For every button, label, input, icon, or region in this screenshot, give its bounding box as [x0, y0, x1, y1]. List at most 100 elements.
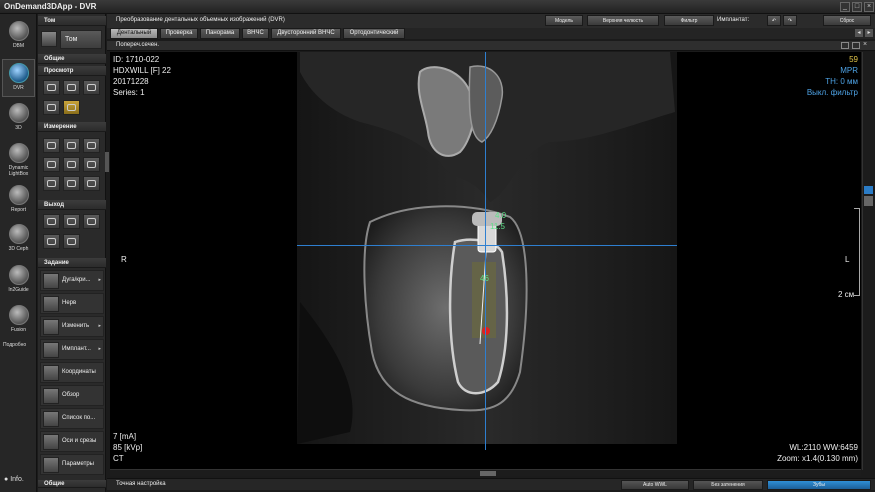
task-list[interactable]: Список по...	[40, 408, 104, 429]
task-nerve[interactable]: Нерв	[40, 293, 104, 314]
horizontal-scrollbar[interactable]	[110, 469, 861, 476]
close-view-icon[interactable]: ×	[863, 41, 867, 48]
section-view[interactable]: Просмотр	[38, 66, 106, 76]
nav-3d-ceph[interactable]: 3D Ceph	[2, 221, 35, 259]
guide-icon	[8, 265, 29, 285]
tab-next-icon[interactable]: ▸	[865, 29, 873, 37]
ruler-tool[interactable]	[43, 138, 60, 153]
volume-icon	[41, 31, 57, 47]
section-general[interactable]: Общие	[38, 54, 106, 64]
nav-3d[interactable]: 3D	[2, 100, 35, 138]
scroll-up-icon[interactable]	[864, 186, 873, 194]
density-tool[interactable]	[83, 157, 100, 172]
module-title: Преобразование дентальных объемных изобр…	[116, 17, 285, 23]
task-parameters[interactable]: Параметры	[40, 454, 104, 475]
tab-check[interactable]: Проверка	[160, 28, 198, 39]
fusion-icon	[8, 305, 29, 325]
window-title: OnDemand3DApp - DVR	[4, 2, 97, 11]
upper-jaw-button[interactable]: Верхняя челюсть	[587, 15, 659, 26]
info-icon: ●	[4, 476, 9, 483]
minimize-button[interactable]: _	[840, 2, 850, 12]
patient-name: HDXWILL [F] 22	[113, 66, 171, 75]
patient-id: ID: 1710-022	[113, 55, 160, 64]
angle-tool[interactable]	[63, 138, 80, 153]
volume-button[interactable]: Том	[60, 30, 102, 49]
nav-fusion[interactable]: Fusion	[2, 302, 35, 340]
tool-panel: Том Том Общие Просмотр Измерение Выход З…	[38, 14, 106, 492]
tube-voltage: 85 [kVp]	[113, 443, 143, 452]
tab-bar: Дентальный Проверка Панорама ВНЧС Двусто…	[107, 28, 875, 39]
mode-label: MPR	[840, 66, 858, 75]
more-link[interactable]: Подробно	[3, 342, 26, 348]
teeth-preset-button[interactable]: Зубы	[767, 480, 871, 490]
undo-button[interactable]: ↶	[767, 15, 781, 26]
vertical-crosshair[interactable]	[485, 52, 486, 450]
section-tom[interactable]: Том	[38, 16, 106, 26]
coordinates-icon	[43, 365, 59, 381]
nav-report[interactable]: Report	[2, 182, 35, 220]
nav-in2guide[interactable]: In2Guide	[2, 262, 35, 300]
maximize-button[interactable]: □	[852, 2, 862, 12]
auto-wwl-button[interactable]: Auto WWL	[621, 480, 689, 490]
rotate-tool[interactable]	[83, 80, 100, 95]
capture-tool[interactable]	[43, 214, 60, 229]
nav-dynamic-lightbox[interactable]: Dynamic LightBox	[2, 140, 35, 178]
tab-bilateral-tmj[interactable]: Двусторонний ВНЧС	[271, 28, 341, 39]
tab-panorama[interactable]: Панорама	[200, 28, 240, 39]
tab-prev-icon[interactable]: ◂	[855, 29, 863, 37]
main-header: Преобразование дентальных объемных изобр…	[107, 14, 875, 28]
delete-measure-tool[interactable]	[83, 176, 100, 191]
tooth-icon	[8, 63, 29, 83]
task-overview[interactable]: Обзор	[40, 385, 104, 406]
tab-tmj[interactable]: ВНЧС	[242, 28, 269, 39]
disc-tool[interactable]	[63, 234, 80, 249]
implant-tooth-label: 46	[480, 274, 489, 283]
slice-number: 59	[849, 55, 858, 64]
maximize-view-icon[interactable]	[852, 42, 860, 49]
no-shading-button[interactable]: Без затенения	[693, 480, 763, 490]
image-viewport[interactable]: 4.0 11.5 46 ID: 1710-022 HDXWILL [F] 22 …	[110, 52, 861, 470]
task-coordinates[interactable]: Координаты	[40, 362, 104, 383]
profile-tool[interactable]	[63, 157, 80, 172]
window-level-tool[interactable]	[63, 100, 80, 115]
bottom-bar: Точная настройка Auto WWL Без затенения …	[107, 478, 875, 490]
area-tool[interactable]	[43, 157, 60, 172]
orientation-right: R	[121, 255, 127, 264]
scale-label: 2 см	[838, 290, 855, 299]
zoom-tool[interactable]	[63, 80, 80, 95]
task-axes[interactable]: Оси и срезы	[40, 431, 104, 452]
pan-tool[interactable]	[43, 80, 60, 95]
redo-button[interactable]: ↷	[783, 15, 797, 26]
task-edit[interactable]: Изменить ▸	[40, 316, 104, 337]
nav-dvr[interactable]: DVR	[2, 59, 35, 97]
vertical-scrollbar[interactable]	[862, 52, 874, 470]
horizontal-scroll-thumb[interactable]	[480, 471, 496, 476]
section-measure[interactable]: Измерение	[38, 122, 106, 132]
task-arch-curve[interactable]: Дуга/кри... ▸	[40, 270, 104, 291]
print-tool[interactable]	[63, 214, 80, 229]
layout-icon[interactable]	[841, 42, 849, 49]
model-button[interactable]: Модель	[545, 15, 583, 26]
horizontal-crosshair[interactable]	[297, 245, 677, 246]
filter-button[interactable]: Фильтр	[664, 15, 714, 26]
arrow-tool[interactable]	[43, 176, 60, 191]
curve-tool[interactable]	[83, 138, 100, 153]
close-button[interactable]: ×	[864, 2, 874, 12]
export-tool[interactable]	[43, 234, 60, 249]
task-implant[interactable]: Имплант... ▸	[40, 339, 104, 360]
reset-button[interactable]: Сброс	[823, 15, 871, 26]
skull-icon	[8, 103, 29, 123]
scroll-thumb[interactable]	[864, 196, 873, 206]
tab-dental[interactable]: Дентальный	[110, 28, 158, 39]
section-task[interactable]: Задание	[38, 258, 106, 268]
list-icon	[43, 411, 59, 427]
panel-collapse-handle[interactable]	[105, 152, 109, 172]
save-tool[interactable]	[83, 214, 100, 229]
tab-orthodontic[interactable]: Ортодонтический	[343, 28, 405, 39]
nav-dbm[interactable]: DBM	[2, 18, 35, 56]
section-general-bottom[interactable]: Общие	[38, 480, 106, 488]
section-output[interactable]: Выход	[38, 200, 106, 210]
info-button[interactable]: ● Info.	[4, 476, 24, 483]
draw-tool[interactable]	[63, 176, 80, 191]
cut-tool[interactable]	[43, 100, 60, 115]
